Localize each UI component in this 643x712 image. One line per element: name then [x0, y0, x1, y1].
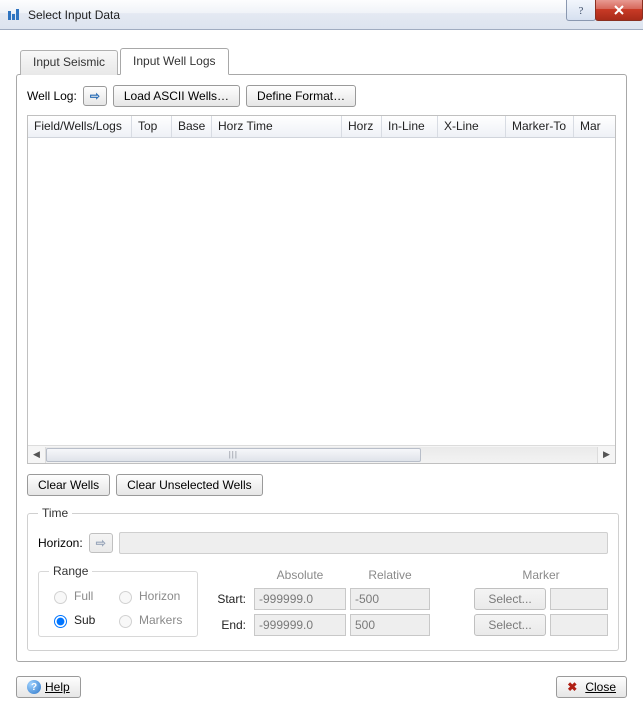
- col-horz[interactable]: Horz: [342, 116, 382, 137]
- radio-horizon-input: [119, 591, 132, 604]
- radio-markers-input: [119, 615, 132, 628]
- start-absolute-input: [254, 588, 346, 610]
- end-relative-input: [350, 614, 430, 636]
- titlebar-help-button[interactable]: ?: [566, 0, 596, 21]
- col-marker-to[interactable]: Marker-To: [506, 116, 574, 137]
- app-icon: [6, 7, 22, 23]
- arrow-right-icon: ⇨: [96, 536, 106, 550]
- hdr-absolute: Absolute: [254, 568, 346, 582]
- col-field-wells-logs[interactable]: Field/Wells/Logs: [28, 116, 132, 137]
- help-button[interactable]: ? Help: [16, 676, 81, 698]
- hdr-marker: Marker: [474, 568, 608, 582]
- scroll-track[interactable]: |||: [45, 447, 598, 463]
- radio-sub-label: Sub: [74, 613, 95, 627]
- radio-full-label: Full: [74, 589, 93, 603]
- radio-full: Full: [49, 588, 100, 604]
- help-icon: ?: [27, 680, 41, 694]
- titlebar: Select Input Data ?: [0, 0, 643, 30]
- close-button[interactable]: ✖ Close: [556, 676, 627, 698]
- horizon-arrow-button: ⇨: [89, 533, 113, 553]
- wells-table: Field/Wells/Logs Top Base Horz Time Horz…: [27, 115, 616, 464]
- range-fieldset: Range Full Horizon: [38, 564, 198, 637]
- range-legend: Range: [49, 564, 92, 578]
- window-title: Select Input Data: [28, 8, 567, 22]
- radio-markers-label: Markers: [139, 613, 182, 627]
- load-ascii-wells-button[interactable]: Load ASCII Wells…: [113, 85, 240, 107]
- svg-text:?: ?: [579, 5, 584, 16]
- scroll-left-icon[interactable]: ◀: [28, 447, 45, 463]
- col-top[interactable]: Top: [132, 116, 172, 137]
- radio-sub[interactable]: Sub: [49, 612, 100, 628]
- well-log-row: Well Log: ⇨ Load ASCII Wells… Define For…: [27, 85, 616, 107]
- well-log-label: Well Log:: [27, 89, 77, 103]
- end-absolute-input: [254, 614, 346, 636]
- hdr-relative: Relative: [350, 568, 430, 582]
- arrow-right-icon: ⇨: [90, 89, 100, 103]
- scroll-thumb[interactable]: |||: [46, 448, 421, 462]
- end-marker-select-button: Select...: [474, 614, 546, 636]
- radio-horizon: Horizon: [114, 588, 187, 604]
- well-log-arrow-button[interactable]: ⇨: [83, 86, 107, 106]
- end-marker-value: [550, 614, 608, 636]
- radio-full-input: [54, 591, 67, 604]
- close-button-label: Close: [585, 680, 616, 694]
- table-header: Field/Wells/Logs Top Base Horz Time Horz…: [28, 116, 615, 138]
- radio-sub-input[interactable]: [54, 615, 67, 628]
- time-fieldset: Time Horizon: ⇨ Range Full: [27, 506, 619, 651]
- col-inline[interactable]: In-Line: [382, 116, 438, 137]
- start-marker-select-button: Select...: [474, 588, 546, 610]
- tabstrip: Input Seismic Input Well Logs: [16, 48, 627, 75]
- col-xline[interactable]: X-Line: [438, 116, 506, 137]
- col-horz-time[interactable]: Horz Time: [212, 116, 342, 137]
- radio-horizon-label: Horizon: [139, 589, 180, 603]
- clear-wells-button[interactable]: Clear Wells: [27, 474, 110, 496]
- define-format-button[interactable]: Define Format…: [246, 85, 356, 107]
- time-values-grid: Absolute Relative Marker Start: Select..…: [210, 564, 608, 638]
- table-body: [28, 138, 615, 445]
- col-base[interactable]: Base: [172, 116, 212, 137]
- content-area: Input Seismic Input Well Logs Well Log: …: [0, 30, 643, 712]
- end-label: End:: [210, 618, 250, 632]
- tab-input-seismic[interactable]: Input Seismic: [20, 50, 118, 75]
- tab-input-well-logs[interactable]: Input Well Logs: [120, 48, 229, 75]
- horizontal-scrollbar[interactable]: ◀ ||| ▶: [28, 445, 615, 463]
- start-label: Start:: [210, 592, 250, 606]
- start-marker-value: [550, 588, 608, 610]
- col-mar[interactable]: Mar: [574, 116, 608, 137]
- titlebar-close-button[interactable]: [595, 0, 643, 21]
- time-legend: Time: [38, 506, 72, 520]
- scroll-right-icon[interactable]: ▶: [598, 447, 615, 463]
- clear-unselected-wells-button[interactable]: Clear Unselected Wells: [116, 474, 263, 496]
- tab-panel: Well Log: ⇨ Load ASCII Wells… Define For…: [16, 74, 627, 662]
- start-relative-input: [350, 588, 430, 610]
- radio-markers: Markers: [114, 612, 187, 628]
- close-icon: ✖: [567, 680, 577, 694]
- help-button-label: Help: [45, 680, 70, 694]
- horizon-field: [119, 532, 608, 554]
- horizon-label: Horizon:: [38, 536, 83, 550]
